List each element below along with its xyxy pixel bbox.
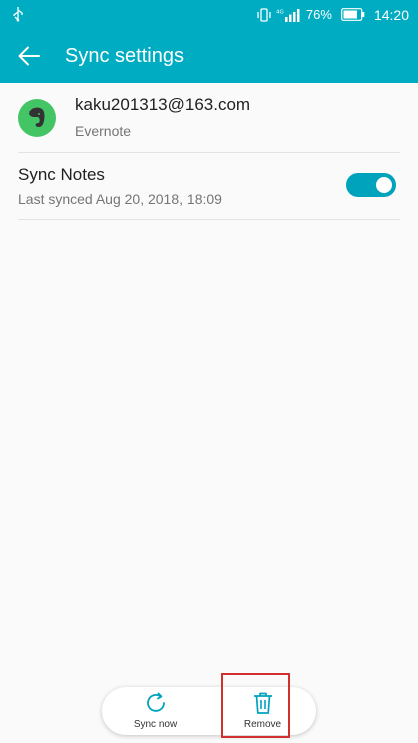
status-time: 14:20 bbox=[373, 6, 409, 23]
battery-icon bbox=[341, 8, 365, 21]
divider bbox=[18, 219, 400, 220]
account-row: kaku201313@163.com Evernote bbox=[0, 83, 418, 152]
highlight-box bbox=[221, 673, 290, 738]
battery-percent: 76% bbox=[305, 7, 332, 22]
sync-now-button[interactable]: Sync now bbox=[102, 687, 209, 735]
sync-notes-row[interactable]: Sync Notes Last synced Aug 20, 2018, 18:… bbox=[0, 153, 418, 219]
account-email: kaku201313@163.com bbox=[75, 95, 251, 114]
refresh-icon bbox=[146, 692, 165, 712]
back-button[interactable] bbox=[12, 39, 46, 73]
account-type: Evernote bbox=[75, 123, 132, 139]
sync-now-label: Sync now bbox=[133, 719, 178, 730]
usb-icon bbox=[13, 7, 23, 22]
sync-notes-toggle[interactable] bbox=[346, 173, 396, 197]
network-4g-icon: 4G bbox=[276, 8, 300, 22]
status-bar: 4G 76% 14:20 bbox=[0, 0, 418, 29]
vibrate-icon bbox=[257, 7, 271, 22]
evernote-elephant-icon bbox=[18, 99, 56, 137]
arrow-back-icon bbox=[18, 46, 40, 66]
status-icons: 4G 76% 14:20 bbox=[256, 0, 409, 29]
last-synced-text: Last synced Aug 20, 2018, 18:09 bbox=[18, 191, 222, 207]
toggle-knob bbox=[376, 177, 392, 193]
page-title: Sync settings bbox=[65, 45, 184, 67]
app-bar: Sync settings bbox=[0, 29, 418, 83]
network-type-text: 4G bbox=[276, 9, 284, 15]
sync-notes-label: Sync Notes bbox=[18, 165, 105, 184]
